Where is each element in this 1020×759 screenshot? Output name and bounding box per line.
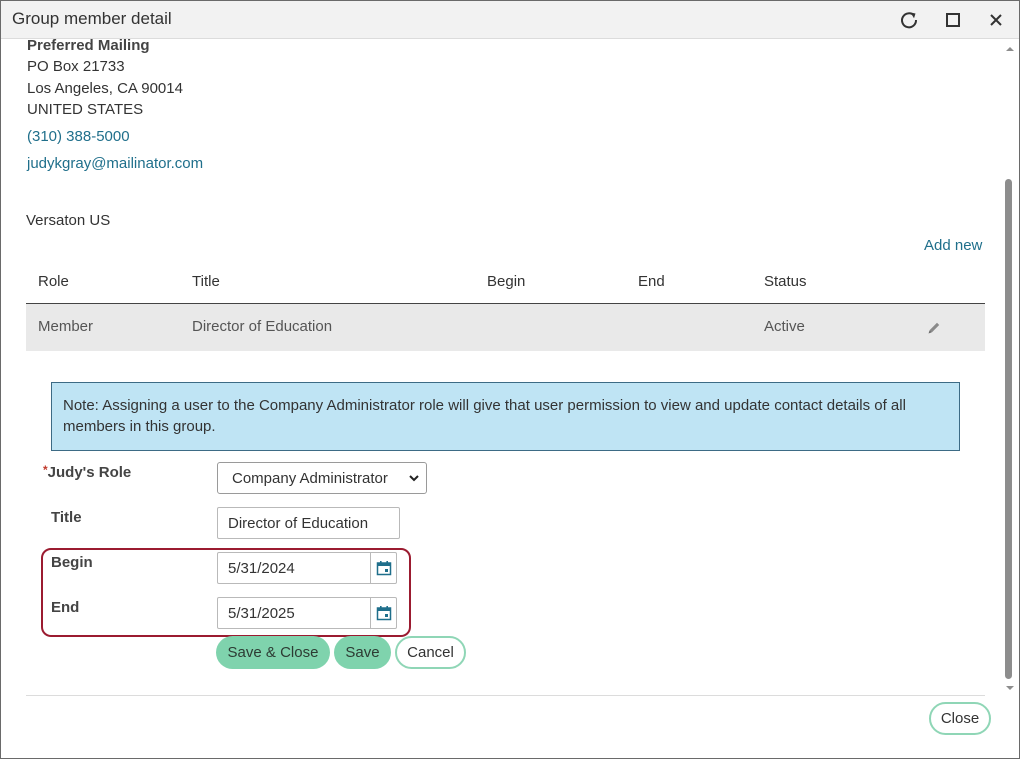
scrollbar-thumb[interactable] <box>1005 179 1012 679</box>
footer-divider <box>26 695 985 696</box>
address-label: Preferred Mailing <box>27 39 150 54</box>
role-select[interactable]: Company Administrator <box>217 462 427 494</box>
column-header-role: Role <box>38 273 69 290</box>
close-button[interactable]: Close <box>929 702 991 735</box>
roles-table: Role Title Begin End Status Member Direc… <box>26 267 985 351</box>
cell-title: Director of Education <box>192 318 333 335</box>
cell-status: Active <box>764 318 805 335</box>
save-button[interactable]: Save <box>334 636 391 669</box>
maximize-button[interactable] <box>940 7 966 33</box>
column-header-begin: Begin <box>487 273 526 290</box>
title-label: Title <box>51 509 82 526</box>
title-bar: Group member detail <box>1 1 1019 39</box>
begin-date-picker-button[interactable] <box>370 553 396 583</box>
close-window-button[interactable] <box>983 7 1009 33</box>
role-label-text: Judy's Role <box>47 464 132 481</box>
column-header-title: Title <box>192 273 220 290</box>
end-date-input[interactable]: 5/31/2025 <box>217 597 397 629</box>
phone-link[interactable]: (310) 388-5000 <box>27 128 130 145</box>
calendar-icon <box>376 606 391 621</box>
scroll-down-arrow-icon[interactable] <box>1005 683 1015 693</box>
begin-label: Begin <box>51 554 93 571</box>
vertical-scrollbar[interactable] <box>1001 39 1019 695</box>
address-line-3: UNITED STATES <box>27 101 144 118</box>
title-input-value: Director of Education <box>228 515 369 532</box>
address-line-2: Los Angeles, CA 90014 <box>27 80 183 97</box>
begin-date-input[interactable]: 5/31/2024 <box>217 552 397 584</box>
pencil-icon <box>928 322 940 334</box>
refresh-button[interactable] <box>896 7 922 33</box>
role-label: *Judy's Role <box>43 463 132 481</box>
dialog-title: Group member detail <box>12 9 172 28</box>
end-label: End <box>51 599 80 616</box>
column-header-end: End <box>638 273 665 290</box>
dialog-content: Preferred Mailing PO Box 21733 Los Angel… <box>1 39 999 695</box>
end-date-picker-button[interactable] <box>370 598 396 628</box>
table-header: Role Title Begin End Status <box>26 267 985 304</box>
cancel-button[interactable]: Cancel <box>395 636 466 669</box>
refresh-icon <box>901 12 918 29</box>
maximize-icon <box>946 13 960 27</box>
cell-role: Member <box>38 318 94 335</box>
required-marker: * <box>43 463 48 477</box>
admin-role-note: Note: Assigning a user to the Company Ad… <box>51 382 960 451</box>
role-select-value: Company Administrator <box>232 470 388 487</box>
end-date-value: 5/31/2025 <box>228 605 295 622</box>
organization-name: Versaton US <box>26 212 111 229</box>
close-icon <box>990 14 1002 26</box>
column-header-status: Status <box>764 273 807 290</box>
add-new-link[interactable]: Add new <box>924 237 982 254</box>
calendar-icon <box>376 561 391 576</box>
email-link[interactable]: judykgray@mailinator.com <box>27 155 203 172</box>
address-line-1: PO Box 21733 <box>27 58 125 75</box>
table-row: Member Director of Education Active <box>26 304 985 351</box>
edit-row-button[interactable] <box>926 320 942 340</box>
scroll-up-arrow-icon[interactable] <box>1005 44 1015 54</box>
begin-date-value: 5/31/2024 <box>228 560 295 577</box>
save-and-close-button[interactable]: Save & Close <box>216 636 330 669</box>
chevron-down-icon <box>409 475 419 482</box>
title-input[interactable]: Director of Education <box>217 507 400 539</box>
group-member-detail-dialog: Group member detail Preferred Mailing PO… <box>0 0 1020 759</box>
